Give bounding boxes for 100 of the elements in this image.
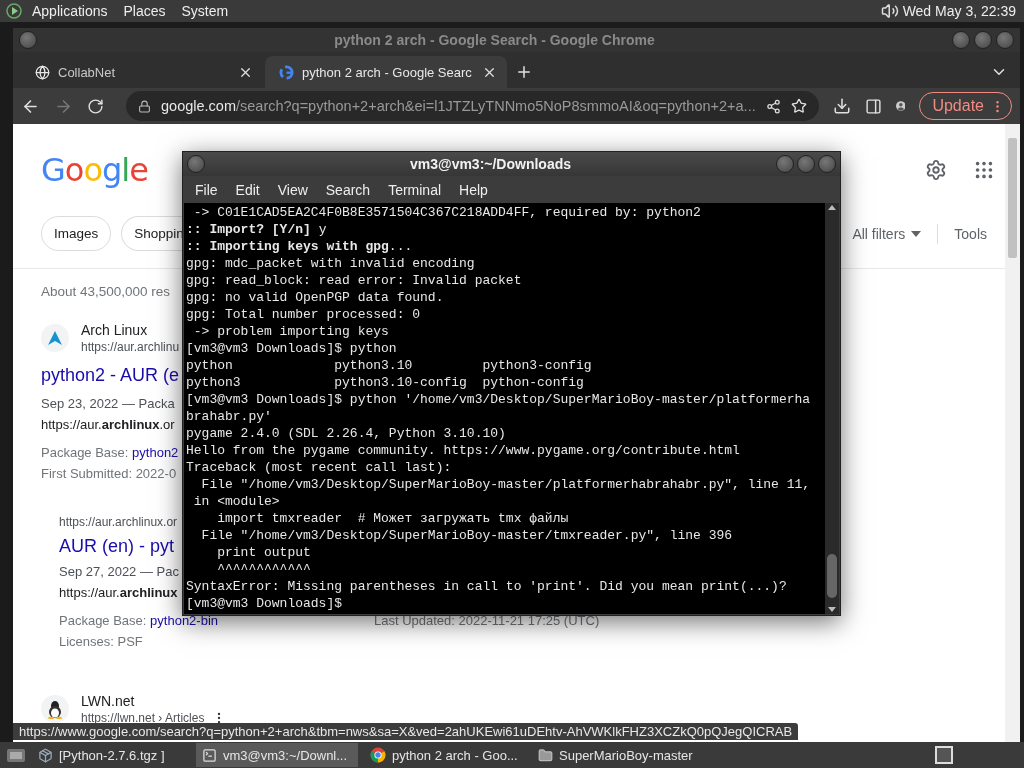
menu-logo-icon[interactable] [6,3,22,19]
show-desktop-icon[interactable] [6,746,26,764]
menu-item[interactable]: Edit [227,181,268,198]
result-url: https://aur.archlinux [59,584,178,602]
plus-icon [515,63,533,81]
result-snippet: Sep 23, 2022 — Packa [41,395,175,413]
terminal-line: brahabr.py' [186,408,273,425]
close-button[interactable] [818,155,836,173]
site-url: https://lwn.net › Articles [81,710,205,726]
window-title: python 2 arch - Google Search - Google Chrome [333,32,656,48]
panel-menu[interactable]: System [175,3,235,19]
address-bar[interactable]: google.com/search?q=python+2+arch&ei=l1JTZLyTNNmo5NoP8smmoAI&oq=python+2+a... [126,91,819,121]
site-name: Arch Linux [81,321,149,339]
browser-tab[interactable]: CollabNet [21,56,263,88]
close-button[interactable] [996,31,1014,49]
terminal-line: [vm3@vm3 Downloads]$ python '/home/vm3/Desktop/SuperMarioBoy-master/platformerha [186,391,812,408]
filter-chip[interactable]: Images [41,216,112,251]
result-snippet: Sep 27, 2022 — Pac [59,563,179,581]
terminal-icon [202,747,217,763]
clock: Wed May 3, 22:39 [902,3,1017,19]
result-url: https://aur.archlinux.or [41,416,175,434]
google-favicon-icon [279,64,294,80]
terminal-line: in <module> [192,493,281,510]
site-url: https://aur.archlinu [81,339,180,355]
filter-chip[interactable]: Shoppin [121,216,184,251]
filter-button[interactable]: All filters [852,225,922,242]
scroll-thumb[interactable] [1008,138,1017,258]
result-detail: Last Updated: 2022-11-21 17:25 (UTC) [374,612,600,630]
window-title: vm3@vm3:~/Downloads [408,156,573,172]
volume-icon[interactable] [880,2,899,20]
detail-link[interactable]: python2-bin [150,613,219,628]
terminal-line: [vm3@vm3 Downloads]$ python [186,340,398,357]
download-button[interactable] [832,97,851,115]
status-url: https://www.google.com/search?q=python+2+arch&tbm=nws&sa=X&ved=2ahUKEwi61uDEhtv-AhVWKlkFHZ3XCZkQ0pQJegQICRAB [13,723,799,740]
taskbar-item[interactable]: python 2 arch - Goo... [364,743,526,767]
terminal-line: python3 python3.10-config python-config [186,374,585,391]
terminal-line: ^^^^^^^^^^^^ [216,561,312,578]
tab-title: python 2 arch - Google Searc [302,64,473,80]
terminal-line: pygame 2.4.0 (SDL 2.26.4, Python 3.10.10) [186,425,507,442]
reload-button[interactable] [87,97,104,115]
bookmark-button[interactable] [790,98,807,114]
terminal-line: python python3.10 python3-config [186,357,593,374]
terminal-line: gpg: no valid OpenPGP data found. [186,289,445,306]
caret-icon [911,230,922,237]
result-detail: First Submitted: 2022-0 [41,465,177,483]
window-menu-button[interactable] [187,155,205,173]
terminal-line: :: Importing keys with gpg... [186,238,414,255]
scroll-up-icon[interactable] [827,203,837,211]
result-title[interactable]: AUR (en) - pyt [59,534,175,558]
result-stats: About 43,500,000 res [41,283,171,301]
result-title[interactable]: python2 - AUR (e [41,363,180,387]
result-detail: Licenses: PSF [59,633,143,651]
scroll-thumb[interactable] [827,554,837,598]
terminal-line: gpg: mdc_packet with invalid encoding [186,255,476,272]
site-name: LWN.net [81,692,136,710]
scroll-down-icon[interactable] [827,606,837,614]
detail-link[interactable]: python2 [132,445,179,460]
filter-button[interactable]: Tools [954,225,987,242]
maximize-button[interactable] [797,155,815,173]
terminal-line: File "/home/vm3/Desktop/SuperMarioBoy-master/platformerhabrahabr.py", line 11, [200,476,812,493]
scrollbar[interactable] [1005,124,1020,742]
package-icon [38,747,53,763]
google-logo: Google [41,151,148,189]
scrollbar[interactable] [825,203,839,614]
menu-item[interactable]: Help [451,181,496,198]
terminal-line: Traceback (most recent call last): [186,459,453,476]
browser-tab[interactable]: python 2 arch - Google Searc [265,56,507,88]
terminal-line: SyntaxError: Missing parentheses in call to 'print'. Did you mean print(...)? [186,578,788,595]
panel-menu[interactable]: Places [117,3,172,19]
site-url: https://aur.archlinux.or [59,514,178,530]
maximize-button[interactable] [974,31,992,49]
settings-button[interactable] [925,159,947,181]
result-detail: Package Base: python2 [41,444,179,462]
terminal-line: :: Import? [Y/n] y [186,221,328,238]
tab-title: CollabNet [58,64,117,80]
menu-item[interactable]: View [269,181,316,198]
menu-item[interactable]: Terminal [380,181,450,198]
share-button[interactable] [765,98,781,114]
triangle-logo-icon [47,330,63,346]
workspace-icon[interactable] [934,745,954,765]
window-menu-button[interactable] [19,31,37,49]
side-panel-button[interactable] [864,97,882,115]
minimize-button[interactable] [952,31,970,49]
terminal-line: -> C01E1CAD5EA2C4F0B8E3571504C367C218ADD4FF, required by: python2 [192,204,702,221]
taskbar-item[interactable]: vm3@vm3:~/Downl... [196,743,358,767]
lock-icon [138,99,151,113]
panel-menu[interactable]: Applications [26,3,114,19]
menu-item[interactable]: File [187,181,226,198]
terminal-line: Hello from the pygame community. https://www.pygame.org/contribute.html [186,442,741,459]
penguin-icon [46,699,64,719]
taskbar-item[interactable]: SuperMarioBoy-master [532,743,730,767]
terminal-line: gpg: Total number processed: 0 [186,306,422,323]
address-text: google.com/search?q=python+2+arch&ei=l1JTZLyTNNmo5NoP8smmoAI&oq=python+2+a... [161,98,756,114]
taskbar-item[interactable]: [Python-2.7.6.tgz ] [32,743,190,767]
terminal-line: import tmxreader # Может загружать tmx файлы [216,510,570,527]
terminal-line: print output [216,544,312,561]
chrome-logo-icon [370,747,386,763]
apps-button[interactable] [973,159,995,181]
minimize-button[interactable] [776,155,794,173]
menu-item[interactable]: Search [317,181,379,198]
